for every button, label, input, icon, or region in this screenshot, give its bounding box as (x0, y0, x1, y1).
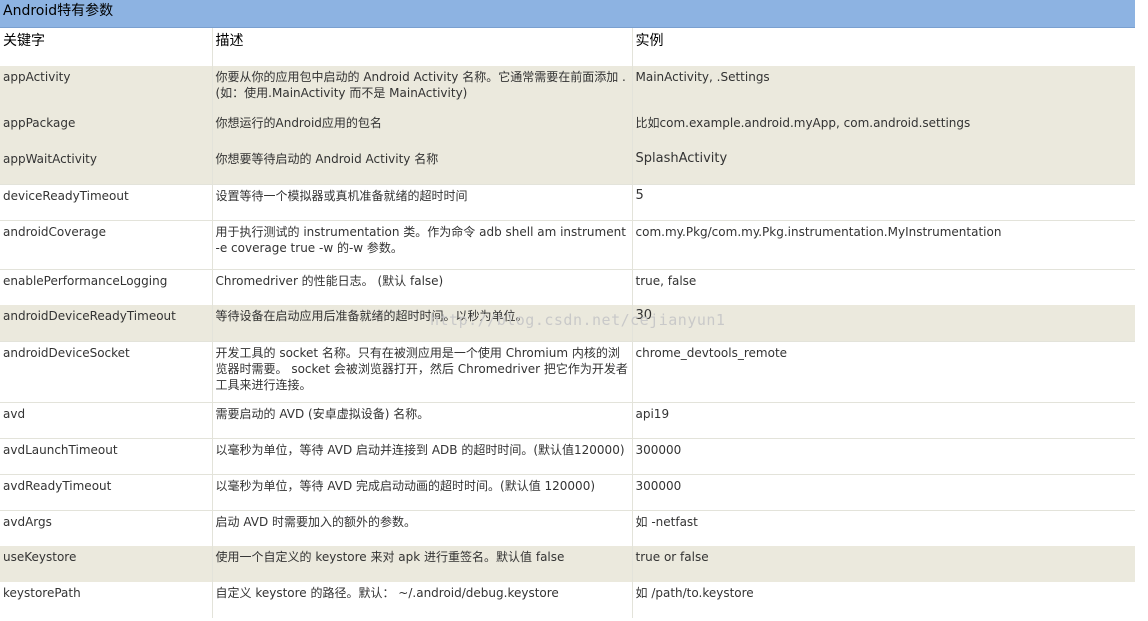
row-key: appWaitActivity (0, 148, 212, 185)
row-key: avdArgs (0, 510, 212, 546)
row-description: 需要启动的 AVD (安卓虚拟设备) 名称。 (211, 402, 632, 439)
table-row: appPackage 你想运行的Android应用的包名 比如com.examp… (0, 112, 1135, 148)
row-description: 设置等待一个模拟器或真机准备就绪的超时时间 (211, 184, 632, 221)
row-description: 自定义 keystore 的路径。默认： ~/.android/debug.ke… (211, 582, 632, 618)
row-description: 启动 AVD 时需要加入的额外的参数。 (211, 510, 632, 546)
row-key: avdLaunchTimeout (0, 438, 212, 475)
row-example: MainActivity, .Settings (631, 66, 1135, 112)
row-description: 你想运行的Android应用的包名 (211, 112, 632, 148)
row-description: 以毫秒为单位，等待 AVD 启动并连接到 ADB 的超时时间。(默认值12000… (211, 438, 632, 475)
android-params-table: 关键字 描述 实例 appActivity 你要从你的应用包中启动的 Andro… (0, 28, 1135, 618)
row-description: 以毫秒为单位，等待 AVD 完成启动动画的超时时间。(默认值 120000) (211, 474, 632, 511)
row-example: 300000 (631, 438, 1135, 475)
row-description: 等待设备在启动应用后准备就绪的超时时间。以秒为单位。 (211, 305, 632, 342)
row-key: avd (0, 402, 212, 439)
table-title: Android特有参数 (0, 0, 1135, 28)
row-example: 300000 (631, 474, 1135, 511)
row-example: 如 -netfast (631, 510, 1135, 546)
row-key: keystorePath (0, 582, 212, 618)
table-row: avd 需要启动的 AVD (安卓虚拟设备) 名称。 api19 (0, 402, 1135, 439)
row-example: true or false (631, 546, 1135, 582)
row-description: 你要从你的应用包中启动的 Android Activity 名称。它通常需要在前… (211, 66, 632, 112)
row-key: enablePerformanceLogging (0, 269, 212, 305)
row-example: 5 (631, 184, 1135, 221)
table-row: androidCoverage 用于执行测试的 instrumentation … (0, 220, 1135, 270)
table-row: avdArgs 启动 AVD 时需要加入的额外的参数。 如 -netfast (0, 510, 1135, 546)
row-key: androidDeviceReadyTimeout (0, 305, 212, 342)
row-example: 如 /path/to.keystore (631, 582, 1135, 618)
row-example: chrome_devtools_remote (631, 341, 1135, 403)
table-row: androidDeviceReadyTimeout 等待设备在启动应用后准备就绪… (0, 305, 1135, 342)
table-row: useKeystore 使用一个自定义的 keystore 来对 apk 进行重… (0, 546, 1135, 582)
row-example: 比如com.example.android.myApp, com.android… (631, 112, 1135, 148)
row-description: 用于执行测试的 instrumentation 类。作为命令 adb shell… (211, 220, 632, 270)
row-example: SplashActivity (631, 148, 1135, 185)
row-description: 使用一个自定义的 keystore 来对 apk 进行重签名。默认值 false (211, 546, 632, 582)
row-description: 开发工具的 socket 名称。只有在被测应用是一个使用 Chromium 内核… (211, 341, 632, 403)
right-margin (1135, 0, 1148, 621)
row-description: Chromedriver 的性能日志。 (默认 false) (211, 269, 632, 305)
row-key: androidCoverage (0, 220, 212, 270)
table-row: enablePerformanceLogging Chromedriver 的性… (0, 269, 1135, 305)
row-key: deviceReadyTimeout (0, 184, 212, 221)
table-row: keystorePath 自定义 keystore 的路径。默认： ~/.and… (0, 582, 1135, 618)
table-row: avdLaunchTimeout 以毫秒为单位，等待 AVD 启动并连接到 AD… (0, 438, 1135, 475)
row-example: com.my.Pkg/com.my.Pkg.instrumentation.My… (631, 220, 1135, 270)
parameter-table-container: Android特有参数 关键字 描述 实例 appActivity 你要从你的应… (0, 0, 1135, 618)
table-row: androidDeviceSocket 开发工具的 socket 名称。只有在被… (0, 341, 1135, 403)
row-example: api19 (631, 402, 1135, 439)
row-key: avdReadyTimeout (0, 474, 212, 511)
row-example: 30 (631, 305, 1135, 342)
row-key: appPackage (0, 112, 212, 148)
row-example: true, false (631, 269, 1135, 305)
table-row: deviceReadyTimeout 设置等待一个模拟器或真机准备就绪的超时时间… (0, 184, 1135, 221)
header-example: 实例 (631, 28, 1135, 66)
header-description: 描述 (211, 28, 632, 66)
table-row: appWaitActivity 你想要等待启动的 Android Activit… (0, 148, 1135, 185)
row-key: useKeystore (0, 546, 212, 582)
row-description: 你想要等待启动的 Android Activity 名称 (211, 148, 632, 185)
table-row: avdReadyTimeout 以毫秒为单位，等待 AVD 完成启动动画的超时时… (0, 474, 1135, 511)
row-key: appActivity (0, 66, 212, 112)
table-row: appActivity 你要从你的应用包中启动的 Android Activit… (0, 66, 1135, 112)
row-key: androidDeviceSocket (0, 341, 212, 403)
header-keyword: 关键字 (0, 28, 212, 66)
table-header-row: 关键字 描述 实例 (0, 28, 1135, 66)
